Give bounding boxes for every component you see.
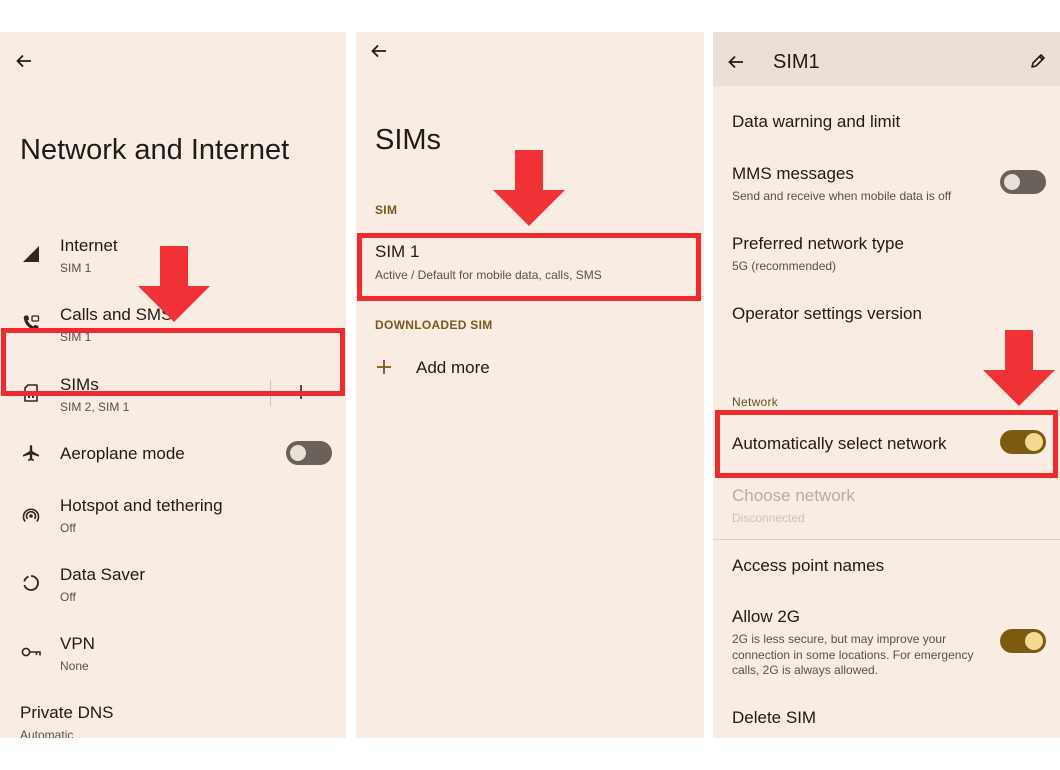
delete-sim-item[interactable]: Delete SIM: [732, 708, 816, 728]
menu-item-internet[interactable]: Internet SIM 1: [60, 236, 118, 275]
plus-icon: [376, 359, 392, 375]
choose-network-item: Choose network Disconnected: [732, 486, 855, 525]
page-title: SIMs: [375, 124, 442, 156]
vpn-key-icon: [21, 646, 41, 658]
divider: [713, 539, 1060, 540]
page-title: Network and Internet: [20, 134, 290, 166]
allow-2g-toggle[interactable]: [1000, 629, 1046, 653]
highlight-box-auto-select: [715, 410, 1058, 478]
add-more-button[interactable]: Add more: [416, 358, 490, 378]
aeroplane-mode-toggle[interactable]: [286, 441, 332, 465]
back-arrow-icon[interactable]: [370, 42, 388, 60]
access-point-names-item[interactable]: Access point names: [732, 556, 884, 576]
operator-settings-version-item[interactable]: Operator settings version: [732, 304, 922, 324]
mms-messages-item[interactable]: MMS messages Send and receive when mobil…: [732, 164, 951, 203]
back-arrow-icon[interactable]: [727, 53, 745, 71]
status-notch: [166, 24, 182, 32]
sims-screen: SIMs SIM SIM 1 Active / Default for mobi…: [356, 32, 704, 738]
data-saver-icon: [22, 574, 40, 592]
red-arrow-icon: [983, 330, 1055, 406]
menu-item-aeroplane-mode[interactable]: Aeroplane mode: [60, 444, 185, 464]
menu-item-hotspot[interactable]: Hotspot and tethering Off: [60, 496, 223, 535]
page-title: SIM1: [773, 51, 820, 73]
menu-item-data-saver[interactable]: Data Saver Off: [60, 565, 145, 604]
section-header-sim: SIM: [375, 203, 398, 217]
signal-icon: [22, 245, 40, 263]
section-header-downloaded-sim: DOWNLOADED SIM: [375, 318, 493, 332]
section-header-network: Network: [732, 395, 779, 409]
highlight-box-sims: [1, 328, 345, 396]
airplane-icon: [22, 444, 40, 462]
back-arrow-icon[interactable]: [15, 52, 33, 70]
edit-pencil-icon[interactable]: [1030, 53, 1046, 69]
status-notch: [878, 24, 894, 32]
allow-2g-item[interactable]: Allow 2G 2G is less secure, but may impr…: [732, 607, 982, 679]
app-bar: [713, 32, 1060, 86]
highlight-box-sim-1: [357, 233, 701, 301]
menu-item-private-dns[interactable]: Private DNS Automatic: [20, 703, 114, 738]
preferred-network-type-item[interactable]: Preferred network type 5G (recommended): [732, 234, 904, 273]
menu-item-vpn[interactable]: VPN None: [60, 634, 95, 673]
mms-messages-toggle[interactable]: [1000, 170, 1046, 194]
hotspot-icon: [22, 506, 40, 524]
red-arrow-icon: [138, 246, 210, 322]
data-warning-and-limit-item[interactable]: Data warning and limit: [732, 112, 900, 132]
red-arrow-icon: [493, 150, 565, 226]
